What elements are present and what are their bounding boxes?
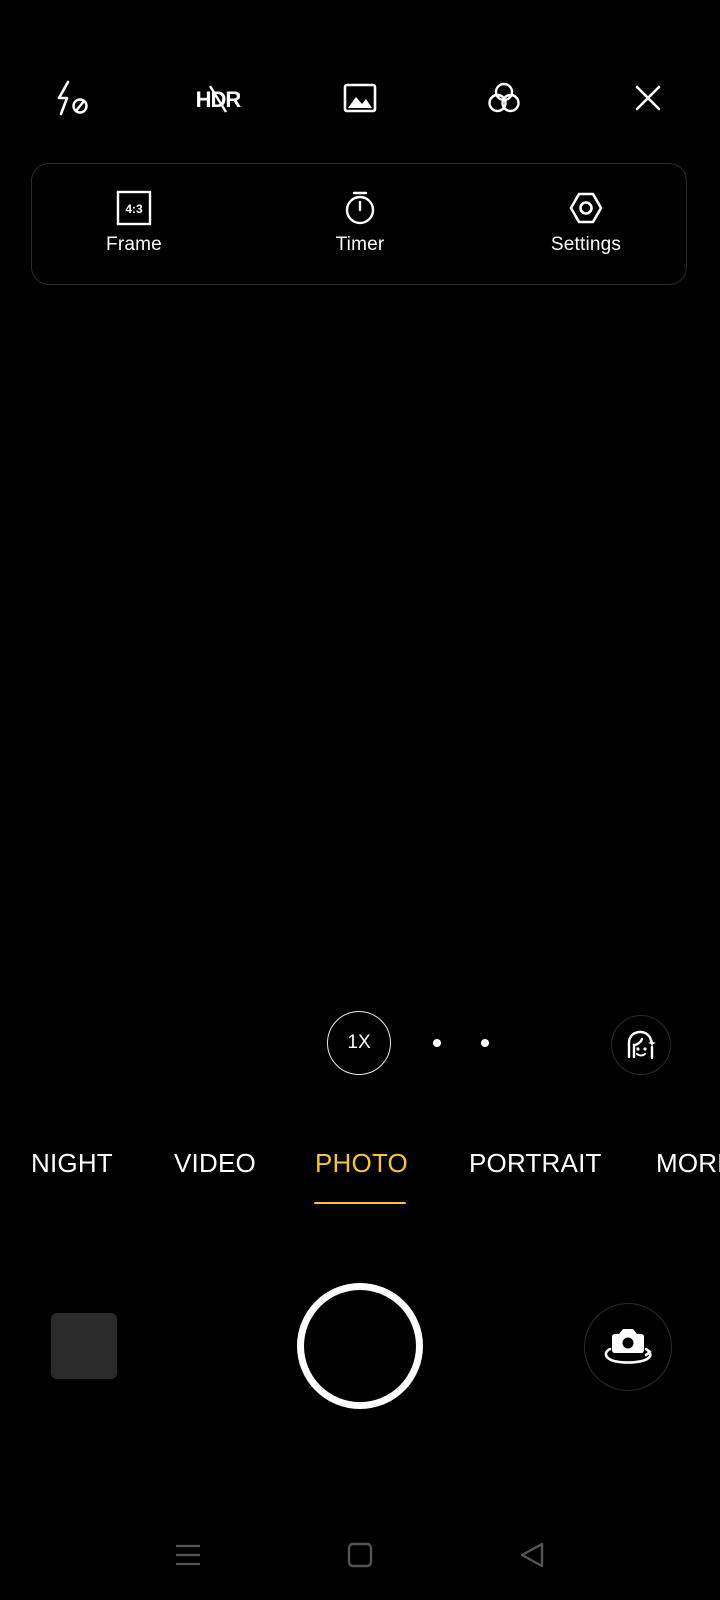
timer-icon [340, 188, 380, 228]
zoom-option-dot[interactable] [433, 1039, 441, 1047]
beauty-mode-button[interactable] [611, 1015, 671, 1075]
flash-off-icon [57, 80, 88, 116]
frame-label: Frame [106, 234, 162, 255]
face-beauty-icon [627, 1030, 656, 1060]
frame-ratio-icon: 4:3 [114, 188, 154, 228]
gallery-thumbnail[interactable] [51, 1313, 117, 1379]
nav-back-button[interactable] [512, 1535, 552, 1575]
mode-night[interactable]: NIGHT [31, 1148, 113, 1179]
mode-more[interactable]: MORE [656, 1148, 720, 1179]
close-button[interactable] [626, 76, 670, 120]
back-triangle-icon [520, 1542, 544, 1568]
flash-off-button[interactable] [50, 76, 94, 120]
settings-icon [566, 188, 606, 228]
mode-video[interactable]: VIDEO [174, 1148, 256, 1179]
home-square-icon [347, 1542, 373, 1568]
menu-icon [176, 1544, 200, 1566]
timer-label: Timer [335, 234, 385, 255]
switch-camera-button[interactable] [584, 1303, 672, 1391]
nav-menu-button[interactable] [168, 1535, 208, 1575]
shutter-button[interactable] [297, 1283, 423, 1409]
settings-option[interactable]: Settings [516, 188, 656, 268]
picture-button[interactable] [338, 76, 382, 120]
timer-option[interactable]: Timer [290, 188, 430, 268]
zoom-option-dot[interactable] [481, 1039, 489, 1047]
settings-label: Settings [550, 234, 622, 255]
nav-home-button[interactable] [340, 1535, 380, 1575]
zoom-level-label: 1X [347, 1032, 371, 1053]
hdr-button[interactable]: HDR [192, 76, 244, 120]
filters-icon [488, 82, 520, 113]
frame-option[interactable]: 4:3 Frame [64, 188, 204, 268]
active-mode-indicator [314, 1202, 406, 1204]
mode-photo[interactable]: PHOTO [315, 1148, 408, 1179]
filters-button[interactable] [482, 76, 526, 120]
switch-camera-icon [604, 1329, 652, 1364]
quick-settings-panel: 4:3 Frame Timer Settings [31, 163, 687, 285]
svg-text:4:3: 4:3 [125, 202, 143, 216]
mode-portrait[interactable]: PORTRAIT [469, 1148, 602, 1179]
hdr-off-icon: HDR [196, 85, 242, 113]
picture-icon [343, 83, 377, 113]
close-icon [635, 85, 661, 111]
zoom-1x-button[interactable]: 1X [327, 1011, 391, 1075]
